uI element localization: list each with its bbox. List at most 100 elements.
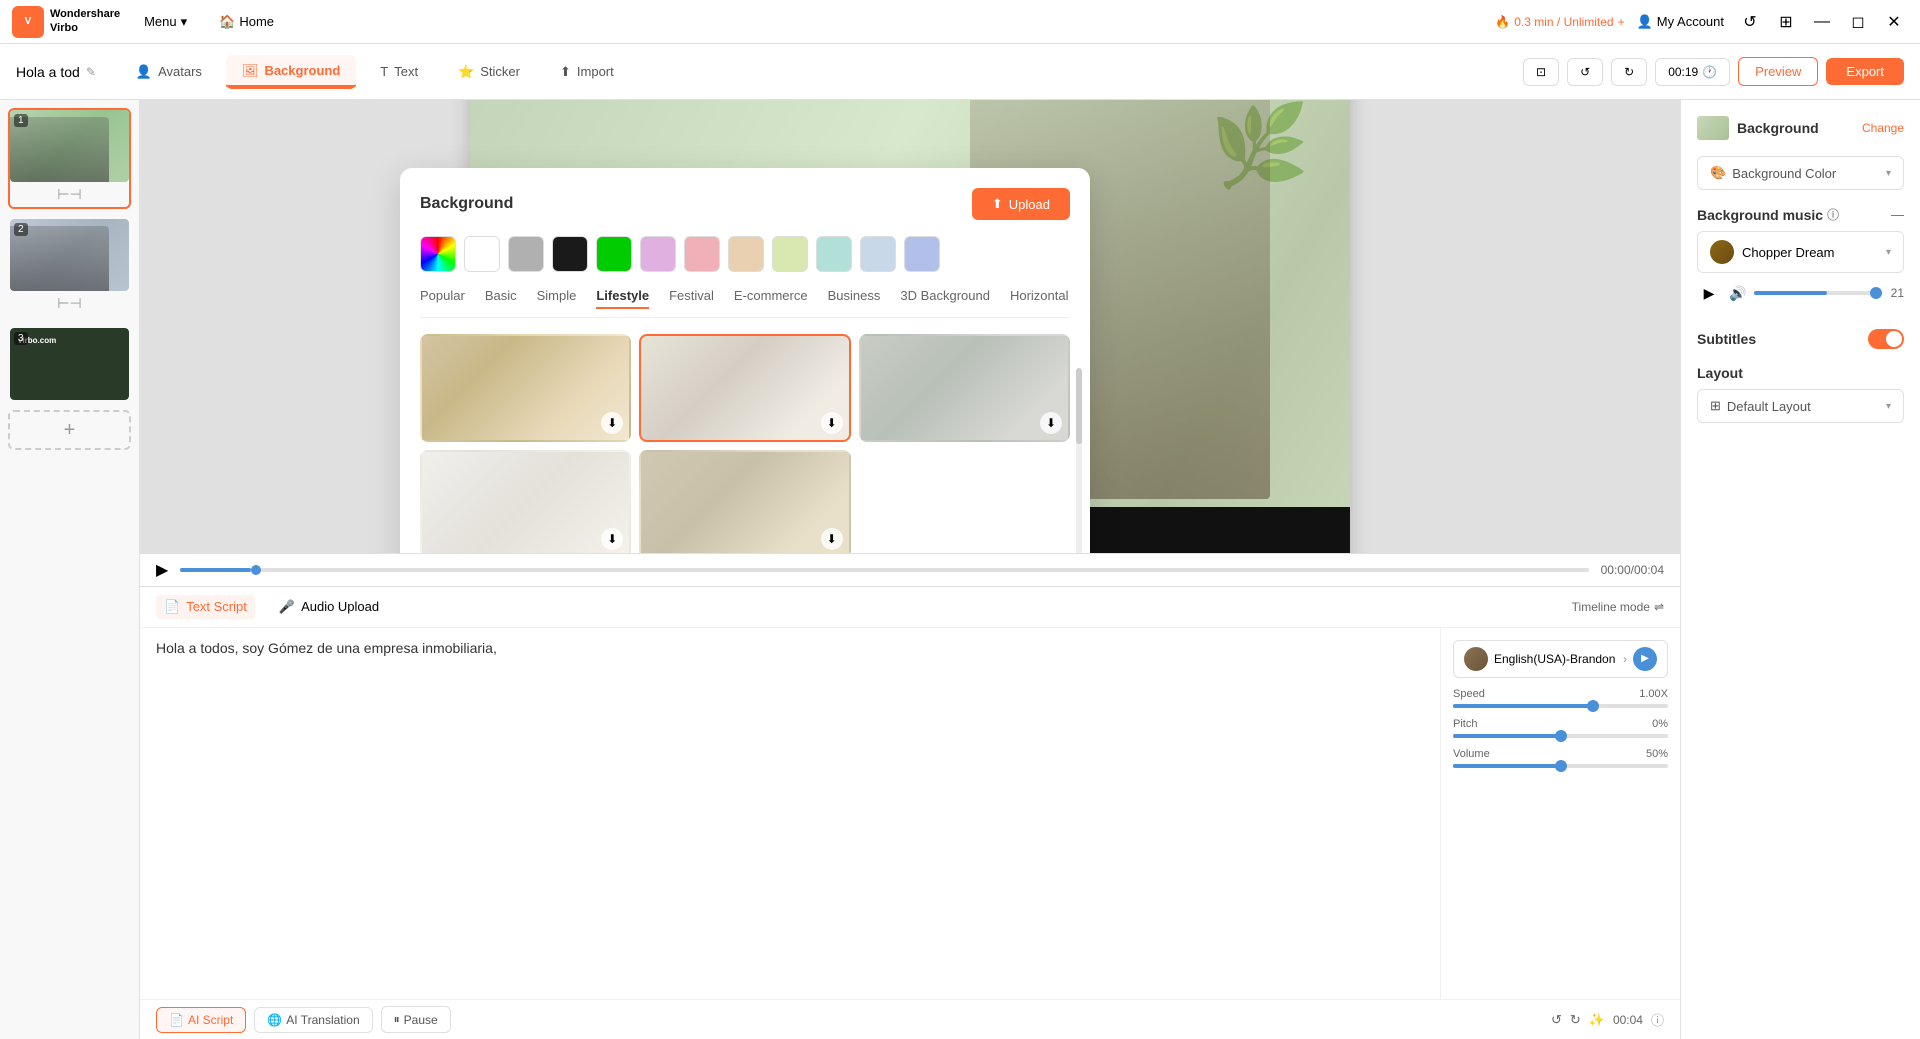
magic-icon[interactable]: ✨ [1589,1012,1605,1028]
color-swatch-green[interactable] [596,236,632,272]
menu-button[interactable]: Menu ▾ [136,10,195,34]
speed-slider[interactable] [1453,704,1668,708]
color-swatch-black[interactable] [552,236,588,272]
cat-festival[interactable]: Festival [669,288,714,309]
main-content: 🌿 Góm AGENT Logotipo NOMBRE DE L [140,100,1920,1039]
music-volume-slider[interactable] [1754,291,1876,295]
redo-icon[interactable]: ↻ [1570,1012,1581,1028]
my-account-button[interactable]: 👤 My Account [1637,14,1724,30]
change-button[interactable]: Change [1862,121,1904,135]
pause-button[interactable]: ⏸ Pause [381,1006,451,1033]
export-button[interactable]: Export [1826,58,1904,85]
maximize-icon[interactable]: ◻ [1844,8,1872,36]
color-swatch-lteal[interactable] [816,236,852,272]
bg-thumb-3[interactable]: ⬇ [859,334,1070,442]
ai-script-button[interactable]: 📄 AI Script [156,1007,246,1033]
color-swatch-ltan[interactable] [728,236,764,272]
cat-lifestyle[interactable]: Lifestyle [596,288,649,309]
cat-ecommerce[interactable]: E-commerce [734,288,808,309]
home-button[interactable]: 🏠 Home [211,10,282,34]
timeline-play-button[interactable]: ▶ [156,560,168,580]
bg-thumb-2[interactable]: ⬇ [639,334,850,442]
music-collapse-icon[interactable]: — [1891,207,1904,222]
tab-text[interactable]: T Text [364,56,434,87]
grid-icon[interactable]: ⊞ [1772,8,1800,36]
bg-thumb-4[interactable]: ⬇ [420,450,631,553]
tab-sticker[interactable]: ⭐ Sticker [442,56,536,88]
cat-3d[interactable]: 3D Background [900,288,990,309]
undo-icon[interactable]: ↺ [1551,1012,1562,1028]
volume-control: Volume 50% [1453,748,1668,768]
slide-list: 1 ⊢⊣ 2 ⊢⊣ 3 virbo.com + [0,100,140,1039]
cat-popular[interactable]: Popular [420,288,465,309]
add-slide-button[interactable]: + [8,410,131,450]
bg-thumb-1[interactable]: ⬇ [420,334,631,442]
minimize-icon[interactable]: — [1808,8,1836,36]
ai-translation-button[interactable]: 🌐 AI Translation [254,1007,372,1033]
bg-download-4[interactable]: ⬇ [601,528,623,550]
pitch-thumb[interactable] [1555,730,1567,742]
music-volume-thumb[interactable] [1870,287,1882,299]
undo-button[interactable]: ↺ [1567,58,1603,86]
timeline-mode-button[interactable]: Timeline mode ⇌ [1572,600,1664,614]
bg-download-2[interactable]: ⬇ [821,412,843,434]
cat-basic[interactable]: Basic [485,288,517,309]
bg-download-1[interactable]: ⬇ [601,412,623,434]
fit-screen-button[interactable]: ⊡ [1523,58,1559,86]
color-swatch-lgreen[interactable] [772,236,808,272]
bg-download-5[interactable]: ⬇ [821,528,843,550]
tab-background[interactable]: 🖼 Background [226,55,356,89]
timeline-scrubber[interactable] [251,565,261,575]
tab-avatars[interactable]: 👤 Avatars [120,56,218,88]
voice-play-button[interactable]: ▶ [1633,647,1657,671]
background-popup: Background ⬆ Upload [400,168,1090,553]
voice-panel: English(USA)-Brandon › ▶ Speed 1.00X [1440,628,1680,1000]
bg-popup-header: Background ⬆ Upload [420,188,1070,220]
popup-scrollbar-thumb[interactable] [1076,368,1082,444]
popup-scrollbar[interactable] [1076,368,1082,553]
slide-item-1[interactable]: 1 ⊢⊣ [8,108,131,209]
slide-item-2[interactable]: 2 ⊢⊣ [8,217,131,318]
bg-color-dropdown[interactable]: 🎨 Background Color ▾ [1697,156,1904,190]
cat-horizontal[interactable]: Horizontal [1010,288,1069,309]
speed-control: Speed 1.00X [1453,688,1668,708]
preview-button[interactable]: Preview [1738,57,1818,86]
speed-thumb[interactable] [1587,700,1599,712]
color-swatch-white[interactable] [464,236,500,272]
app-name: WondershareVirbo [50,8,120,34]
bg-download-3[interactable]: ⬇ [1040,412,1062,434]
center-column: 🌿 Góm AGENT Logotipo NOMBRE DE L [140,100,1680,1039]
tab-text-script[interactable]: 📄 Text Script [156,595,255,619]
bg-thumb-5[interactable]: ⬇ [639,450,850,553]
slide-item-3[interactable]: 3 virbo.com [8,326,131,402]
color-swatch-lpink[interactable] [684,236,720,272]
layout-dropdown[interactable]: ⊞ Default Layout ▾ [1697,389,1904,423]
color-swatch-rainbow[interactable] [420,236,456,272]
volume-thumb[interactable] [1555,760,1567,772]
cat-business[interactable]: Business [828,288,881,309]
music-avatar [1710,240,1734,264]
color-swatch-lsblue[interactable] [860,236,896,272]
edit-title-icon[interactable]: ✎ [86,65,96,79]
cat-simple[interactable]: Simple [537,288,577,309]
pitch-slider[interactable] [1453,734,1668,738]
voice-selector[interactable]: English(USA)-Brandon › ▶ [1453,640,1668,678]
close-icon[interactable]: ✕ [1880,8,1908,36]
upload-button[interactable]: ⬆ Upload [972,188,1070,220]
volume-icon: 🔊 [1729,285,1746,302]
color-swatch-lpurple[interactable] [640,236,676,272]
music-play-button[interactable]: ▶ [1697,281,1721,305]
color-swatch-lblue[interactable] [904,236,940,272]
slide-thumb-2: 2 [10,219,129,291]
tab-audio-upload[interactable]: 🎤 Audio Upload [271,595,387,619]
info-icon[interactable]: ⓘ [1651,1010,1664,1029]
volume-slider[interactable] [1453,764,1668,768]
tab-import[interactable]: ⬆ Import [544,56,630,88]
timeline-progress-bar[interactable] [180,568,1588,572]
refresh-icon[interactable]: ↺ [1736,8,1764,36]
color-swatch-lgray[interactable] [508,236,544,272]
redo-button[interactable]: ↻ [1611,58,1647,86]
music-name-row[interactable]: Chopper Dream ▾ [1697,231,1904,273]
subtitles-toggle[interactable] [1868,329,1904,349]
script-textarea[interactable]: Hola a todos, soy Gómez de una empresa i… [140,628,1440,1000]
